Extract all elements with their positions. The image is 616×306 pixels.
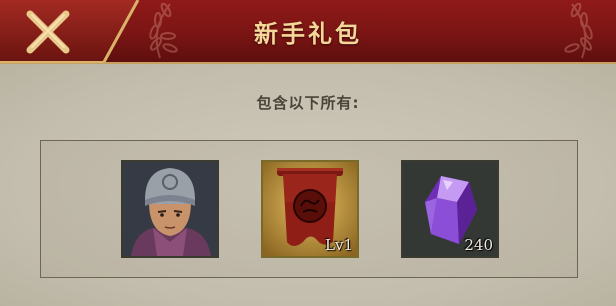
close-icon [0,0,140,63]
general-portrait-icon [123,162,217,256]
item-count: 240 [464,236,493,254]
item-slot-general[interactable] [121,160,219,258]
close-button[interactable] [0,0,140,64]
contents-label: 包含以下所有: [256,94,360,112]
item-slot-banner[interactable]: Lv1 [261,160,359,258]
item-level: Lv1 [325,236,353,254]
item-slot-gem[interactable]: 240 [401,160,499,258]
